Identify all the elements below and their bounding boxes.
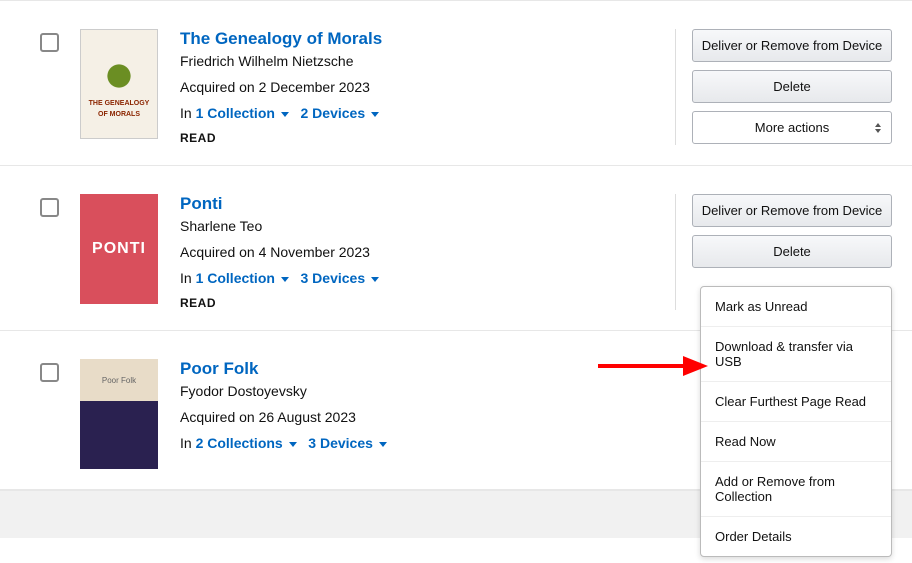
book-title[interactable]: Ponti — [180, 194, 667, 214]
book-author: Sharlene Teo — [180, 218, 667, 234]
devices-link[interactable]: 3 Devices — [308, 435, 387, 451]
dropdown-order-details[interactable]: Order Details — [701, 517, 891, 556]
book-cover[interactable]: PONTI — [80, 194, 158, 304]
meta-line: In 1 Collection 2 Devices — [180, 105, 667, 121]
book-title[interactable]: The Genealogy of Morals — [180, 29, 667, 49]
delete-button[interactable]: Delete — [692, 235, 892, 268]
dropdown-download-usb[interactable]: Download & transfer via USB — [701, 327, 891, 382]
collections-link[interactable]: 1 Collection — [196, 270, 293, 286]
delete-button[interactable]: Delete — [692, 70, 892, 103]
sort-arrows-icon — [875, 123, 881, 133]
book-list: THE GENEALOGY OF MORALS The Genealogy of… — [0, 0, 912, 538]
devices-link[interactable]: 2 Devices — [301, 105, 380, 121]
caret-down-icon — [289, 442, 297, 447]
meta-line: In 1 Collection 3 Devices — [180, 270, 667, 286]
book-info: Ponti Sharlene Teo Acquired on 4 Novembe… — [176, 194, 667, 310]
checkbox-col — [40, 359, 80, 469]
caret-down-icon — [371, 112, 379, 117]
in-label: In — [180, 105, 192, 121]
caret-down-icon — [281, 112, 289, 117]
caret-down-icon — [379, 442, 387, 447]
deliver-button[interactable]: Deliver or Remove from Device — [692, 29, 892, 62]
caret-down-icon — [281, 277, 289, 282]
vertical-divider — [675, 29, 676, 145]
dropdown-clear-furthest[interactable]: Clear Furthest Page Read — [701, 382, 891, 422]
more-actions-dropdown: Mark as Unread Download & transfer via U… — [700, 286, 892, 557]
book-row: PONTI Ponti Sharlene Teo Acquired on 4 N… — [0, 166, 912, 331]
acquired-date: Acquired on 2 December 2023 — [180, 79, 667, 95]
actions-col: Deliver or Remove from Device Delete Mor… — [692, 29, 892, 145]
more-actions-select[interactable]: More actions — [692, 111, 892, 144]
dropdown-mark-unread[interactable]: Mark as Unread — [701, 287, 891, 327]
cover-col: THE GENEALOGY OF MORALS — [80, 29, 176, 145]
in-label: In — [180, 270, 192, 286]
book-cover[interactable]: Poor Folk — [80, 359, 158, 469]
read-status: READ — [180, 296, 667, 310]
book-row: THE GENEALOGY OF MORALS The Genealogy of… — [0, 0, 912, 166]
acquired-date: Acquired on 4 November 2023 — [180, 244, 667, 260]
checkbox-col — [40, 194, 80, 310]
cover-col: Poor Folk — [80, 359, 176, 469]
in-label: In — [180, 435, 192, 451]
select-checkbox[interactable] — [40, 198, 59, 217]
dropdown-add-remove-collection[interactable]: Add or Remove from Collection — [701, 462, 891, 517]
book-info: The Genealogy of Morals Friedrich Wilhel… — [176, 29, 667, 145]
select-checkbox[interactable] — [40, 33, 59, 52]
read-status: READ — [180, 131, 667, 145]
select-checkbox[interactable] — [40, 363, 59, 382]
devices-link[interactable]: 3 Devices — [301, 270, 380, 286]
collections-link[interactable]: 1 Collection — [196, 105, 293, 121]
deliver-button[interactable]: Deliver or Remove from Device — [692, 194, 892, 227]
cover-col: PONTI — [80, 194, 176, 310]
caret-down-icon — [371, 277, 379, 282]
book-cover[interactable]: THE GENEALOGY OF MORALS — [80, 29, 158, 139]
book-author: Friedrich Wilhelm Nietzsche — [180, 53, 667, 69]
checkbox-col — [40, 29, 80, 145]
vertical-divider — [675, 194, 676, 310]
collections-link[interactable]: 2 Collections — [196, 435, 301, 451]
dropdown-read-now[interactable]: Read Now — [701, 422, 891, 462]
